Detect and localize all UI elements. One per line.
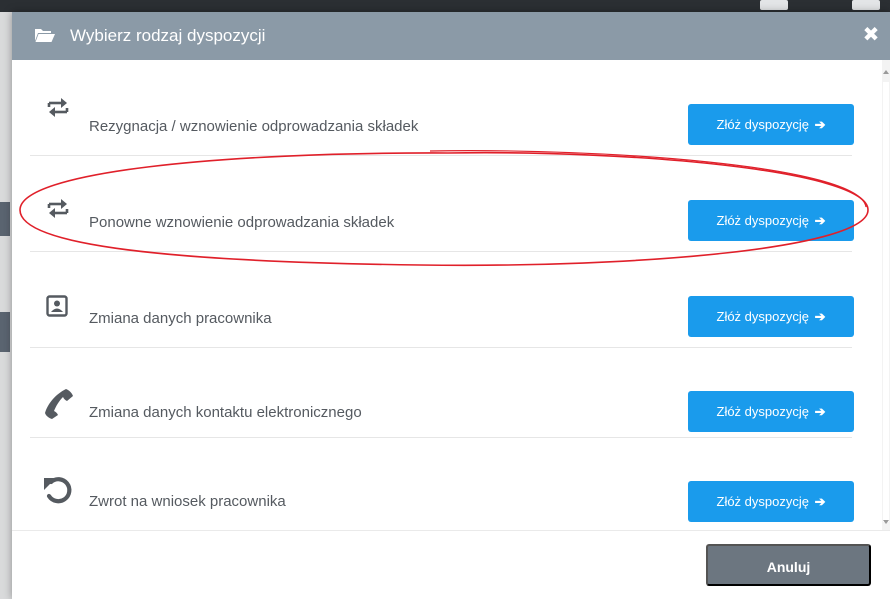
dialog-title: Wybierz rodzaj dyspozycji — [70, 26, 266, 45]
id-card-icon — [46, 295, 68, 322]
background-marker — [0, 202, 10, 236]
background-tab — [852, 0, 880, 10]
button-label: Złóż dyspozycję — [716, 404, 809, 419]
swap-arrows-icon — [46, 95, 70, 124]
submit-disposition-button[interactable]: Złóż dyspozycję ➔ — [688, 391, 854, 432]
submit-disposition-button[interactable]: Złóż dyspozycję ➔ — [688, 104, 854, 145]
submit-disposition-button[interactable]: Złóż dyspozycję ➔ — [688, 481, 854, 522]
list-item: Zwrot na wniosek pracownika Złóż dyspozy… — [30, 438, 854, 530]
submit-disposition-button[interactable]: Złóż dyspozycję ➔ — [688, 200, 854, 241]
option-label: Zwrot na wniosek pracownika — [89, 493, 286, 510]
swap-arrows-icon — [46, 196, 70, 225]
button-label: Złóż dyspozycję — [716, 117, 809, 132]
scroll-down-icon[interactable] — [883, 520, 889, 524]
dialog-footer: Anuluj — [12, 530, 890, 599]
background-marker — [0, 312, 10, 352]
dialog-header: Wybierz rodzaj dyspozycji ✖ — [12, 12, 890, 60]
scroll-up-icon[interactable] — [883, 70, 889, 74]
list-item: Rezygnacja / wznowienie odprowadzania sk… — [30, 60, 854, 156]
button-label: Złóż dyspozycję — [716, 309, 809, 324]
folder-open-icon — [34, 26, 56, 49]
button-label: Złóż dyspozycję — [716, 494, 809, 509]
choose-disposition-dialog: Wybierz rodzaj dyspozycji ✖ Rezygnacja /… — [12, 12, 890, 599]
scrollbar[interactable] — [882, 60, 890, 530]
undo-icon — [42, 474, 74, 511]
phone-icon — [42, 387, 76, 426]
arrow-right-icon: ➔ — [810, 213, 826, 228]
list-item: Zmiana danych kontaktu elektronicznego Z… — [30, 348, 854, 438]
option-label: Ponowne wznowienie odprowadzania składek — [89, 214, 395, 231]
arrow-right-icon: ➔ — [810, 494, 826, 509]
background-tab — [760, 0, 788, 10]
list-item: Ponowne wznowienie odprowadzania składek… — [30, 156, 854, 252]
background-page-topbar — [0, 0, 890, 12]
option-label: Rezygnacja / wznowienie odprowadzania sk… — [89, 118, 419, 135]
close-icon[interactable]: ✖ — [860, 24, 882, 46]
scrollbar-thumb[interactable] — [883, 82, 889, 522]
arrow-right-icon: ➔ — [810, 117, 826, 132]
background-page-left — [0, 12, 12, 599]
option-label: Zmiana danych pracownika — [89, 310, 272, 327]
arrow-right-icon: ➔ — [810, 404, 826, 419]
cancel-button[interactable]: Anuluj — [706, 544, 871, 586]
arrow-right-icon: ➔ — [810, 309, 826, 324]
option-label: Zmiana danych kontaktu elektronicznego — [89, 404, 362, 421]
submit-disposition-button[interactable]: Złóż dyspozycję ➔ — [688, 296, 854, 337]
button-label: Złóż dyspozycję — [716, 213, 809, 228]
list-item: Zmiana danych pracownika Złóż dyspozycję… — [30, 252, 854, 348]
